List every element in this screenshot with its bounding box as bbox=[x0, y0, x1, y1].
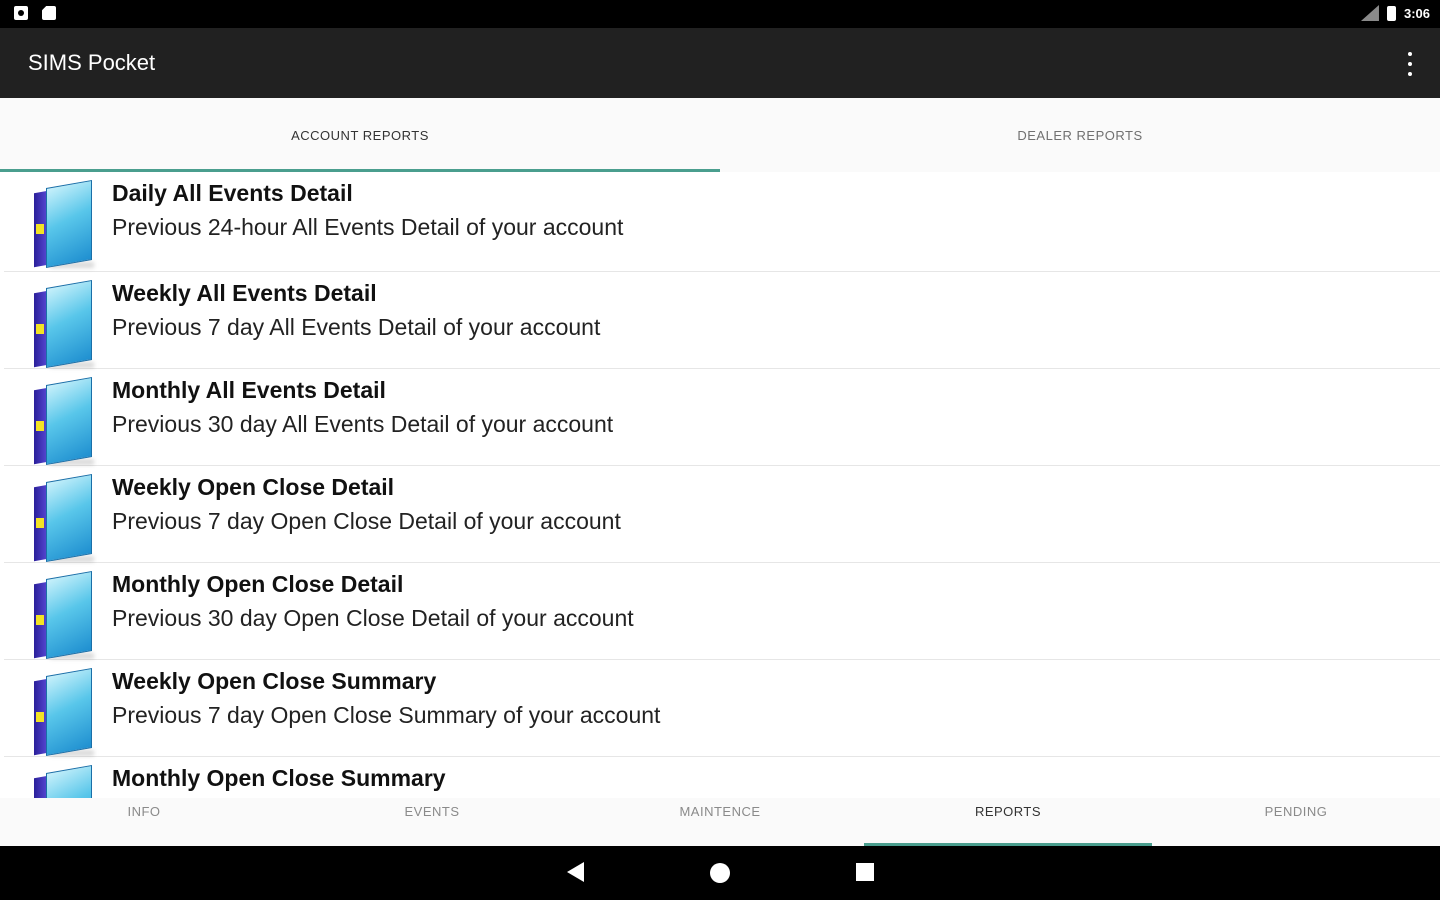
list-item[interactable]: Weekly All Events Detail Previous 7 day … bbox=[4, 272, 1440, 369]
list-item[interactable]: Daily All Events Detail Previous 24-hour… bbox=[4, 172, 1440, 272]
status-time: 3:06 bbox=[1403, 5, 1430, 21]
bottom-nav-tabs: INFO EVENTS MAINTENCE REPORTS PENDING bbox=[0, 798, 1440, 846]
report-type-tabs: ACCOUNT REPORTS DEALER REPORTS bbox=[0, 98, 1440, 172]
book-icon bbox=[30, 764, 94, 798]
report-subtitle: Previous 7 day Open Close Detail of your… bbox=[112, 508, 621, 534]
recent-apps-icon[interactable] bbox=[856, 863, 874, 881]
book-icon bbox=[30, 179, 94, 269]
report-subtitle: Previous 7 day Open Close Summary of you… bbox=[112, 702, 661, 728]
tab-dealer-reports[interactable]: DEALER REPORTS bbox=[720, 98, 1440, 172]
report-title: Weekly Open Close Detail bbox=[112, 474, 395, 500]
list-item[interactable]: Monthly Open Close Detail Previous 30 da… bbox=[4, 563, 1440, 660]
book-icon bbox=[30, 279, 94, 369]
report-subtitle: Previous 24-hour All Events Detail of yo… bbox=[112, 214, 624, 240]
tab-info[interactable]: INFO bbox=[0, 798, 288, 846]
book-icon bbox=[30, 376, 94, 466]
book-icon bbox=[30, 473, 94, 563]
more-vert-icon[interactable] bbox=[1406, 52, 1414, 76]
report-title: Weekly All Events Detail bbox=[112, 280, 377, 306]
back-icon[interactable] bbox=[567, 862, 584, 882]
list-item[interactable]: Monthly Open Close Summary bbox=[4, 757, 1440, 798]
app-bar: SIMS Pocket bbox=[0, 28, 1440, 98]
report-title: Weekly Open Close Summary bbox=[112, 668, 437, 694]
list-item[interactable]: Monthly All Events Detail Previous 30 da… bbox=[4, 369, 1440, 466]
book-icon bbox=[30, 667, 94, 757]
signal-icon bbox=[1361, 5, 1379, 21]
tab-events[interactable]: EVENTS bbox=[288, 798, 576, 846]
report-subtitle: Previous 30 day All Events Detail of you… bbox=[112, 411, 614, 437]
list-item[interactable]: Weekly Open Close Summary Previous 7 day… bbox=[4, 660, 1440, 757]
status-bar: 3:06 bbox=[0, 0, 1440, 28]
report-title: Monthly Open Close Detail bbox=[112, 571, 404, 597]
app-title: SIMS Pocket bbox=[28, 50, 156, 75]
battery-icon bbox=[1386, 5, 1396, 21]
report-list: Daily All Events Detail Previous 24-hour… bbox=[0, 172, 1440, 798]
home-icon[interactable] bbox=[710, 863, 730, 883]
report-subtitle: Previous 7 day All Events Detail of your… bbox=[112, 314, 601, 340]
report-title: Monthly Open Close Summary bbox=[112, 765, 446, 791]
tab-reports[interactable]: REPORTS bbox=[864, 798, 1152, 846]
sd-card-notification-icon bbox=[42, 6, 56, 20]
tab-pending[interactable]: PENDING bbox=[1152, 798, 1440, 846]
report-title: Monthly All Events Detail bbox=[112, 377, 386, 403]
report-subtitle: Previous 30 day Open Close Detail of you… bbox=[112, 605, 634, 631]
tab-account-reports[interactable]: ACCOUNT REPORTS bbox=[0, 98, 720, 172]
photo-notification-icon bbox=[14, 6, 28, 20]
report-title: Daily All Events Detail bbox=[112, 180, 353, 206]
book-icon bbox=[30, 570, 94, 660]
list-item[interactable]: Weekly Open Close Detail Previous 7 day … bbox=[4, 466, 1440, 563]
system-nav-bar bbox=[0, 846, 1440, 900]
tab-maintence[interactable]: MAINTENCE bbox=[576, 798, 864, 846]
